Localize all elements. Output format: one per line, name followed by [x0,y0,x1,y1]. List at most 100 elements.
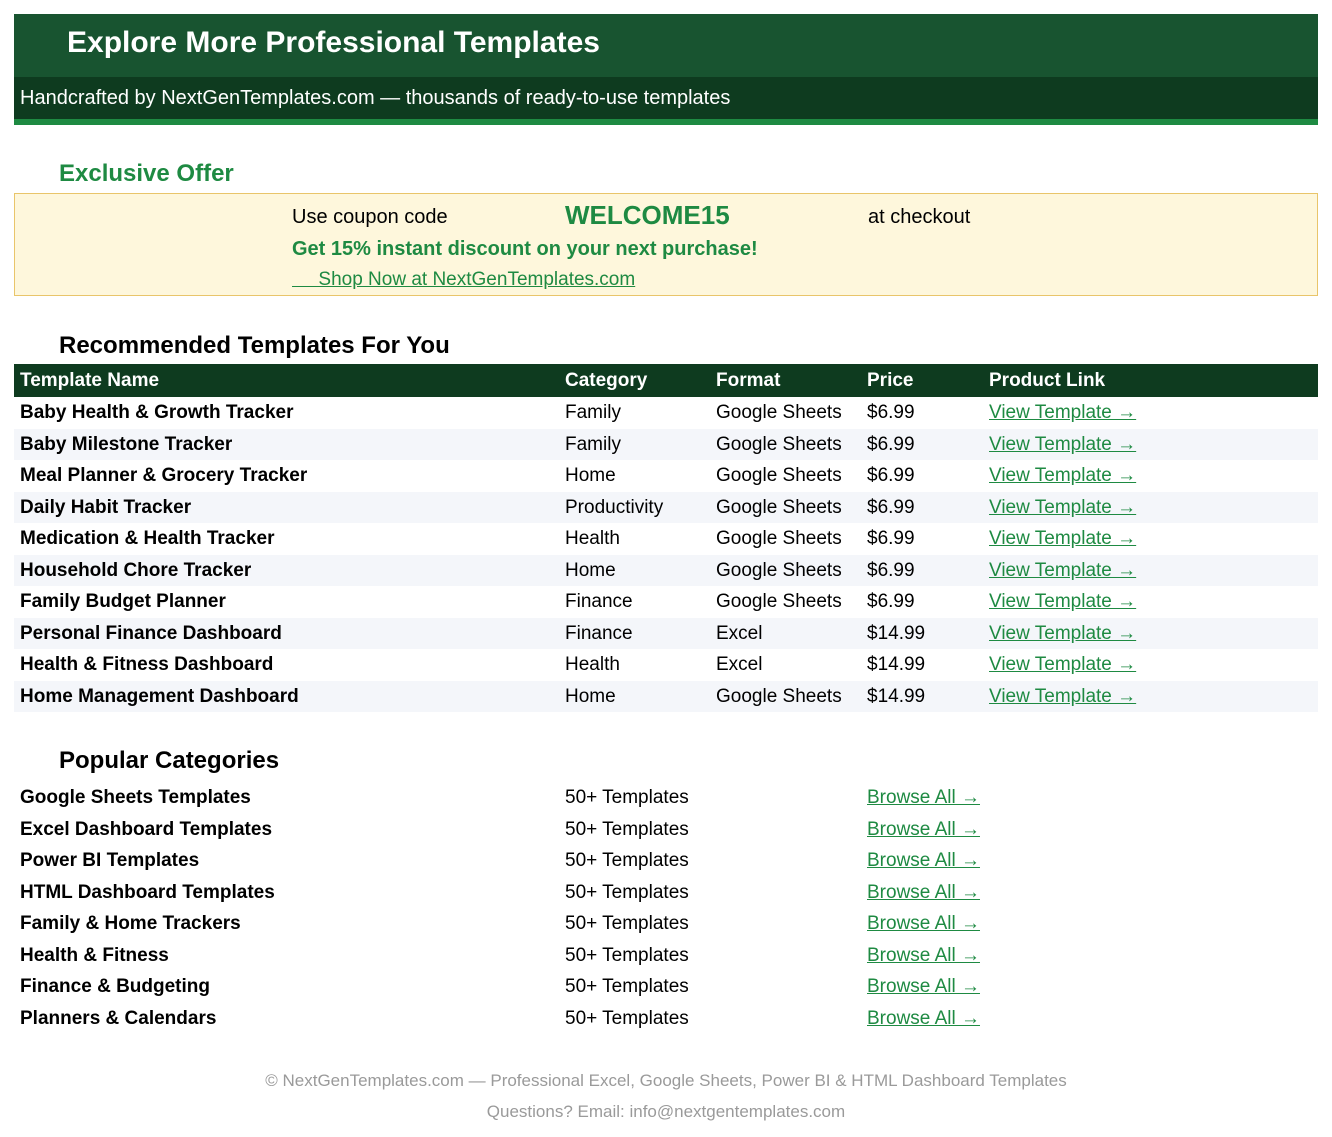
category-row: Power BI Templates 50+ Templates Browse … [14,845,1318,877]
view-template-link[interactable]: View Template → [989,654,1136,676]
table-row: Baby Milestone Tracker Family Google She… [14,428,1318,460]
browse-all-link[interactable]: Browse All → [867,787,980,809]
discount-text: Get 15% instant discount on your next pu… [292,238,758,260]
template-format: Excel [716,622,763,644]
category-name: Google Sheets Templates [20,787,251,808]
table-row: Home Management Dashboard Home Google Sh… [14,680,1318,712]
column-header-category: Category [565,370,648,391]
coupon-offer-box: Use coupon code WELCOME15 at checkout Ge… [14,193,1318,296]
template-format: Google Sheets [716,465,842,486]
template-format: Google Sheets [716,528,842,549]
view-template-link[interactable]: View Template → [989,591,1136,613]
browse-all-link[interactable]: Browse All → [867,850,980,872]
category-row: Planners & Calendars 50+ Templates Brows… [14,1003,1318,1035]
table-row: Meal Planner & Grocery Tracker Home Goog… [14,460,1318,492]
template-format: Google Sheets [716,559,842,581]
template-price: $6.99 [867,528,915,549]
view-template-link[interactable]: View Template → [989,686,1136,708]
category-row: Health & Fitness 50+ Templates Browse Al… [14,940,1318,972]
template-name: Daily Habit Tracker [20,496,192,518]
template-name: Health & Fitness Dashboard [20,654,274,675]
category-name: Family & Home Trackers [20,913,241,934]
category-name: HTML Dashboard Templates [20,881,275,903]
template-format: Google Sheets [716,685,842,707]
template-name: Baby Health & Growth Tracker [20,402,294,423]
category-row: Google Sheets Templates 50+ Templates Br… [14,782,1318,814]
category-name: Planners & Calendars [20,1007,217,1029]
category-count: 50+ Templates [565,787,689,808]
table-row: Medication & Health Tracker Health Googl… [14,523,1318,555]
recommended-section-title: Recommended Templates For You [59,332,450,359]
category-name: Power BI Templates [20,850,200,871]
template-format: Google Sheets [716,433,842,455]
browse-all-link[interactable]: Browse All → [867,882,980,904]
browse-all-link[interactable]: Browse All → [867,819,980,841]
template-format: Google Sheets [716,591,842,612]
template-price: $6.99 [867,559,915,581]
category-row: Excel Dashboard Templates 50+ Templates … [14,814,1318,846]
column-header-price: Price [867,370,914,391]
footer-copyright: © NextGenTemplates.com — Professional Ex… [265,1071,1067,1090]
template-price: $6.99 [867,496,915,518]
view-template-link[interactable]: View Template → [989,528,1136,550]
template-format: Google Sheets [716,496,842,518]
category-count: 50+ Templates [565,881,689,903]
template-format: Excel [716,654,763,675]
table-row: Household Chore Tracker Home Google Shee… [14,554,1318,586]
browse-all-link[interactable]: Browse All → [867,945,980,967]
template-category: Productivity [565,496,664,518]
template-name: Baby Milestone Tracker [20,433,233,455]
coupon-code: WELCOME15 [565,200,730,230]
table-row: Family Budget Planner Finance Google She… [14,586,1318,618]
template-category: Health [565,654,620,675]
header-subtitle-bar: Handcrafted by NextGenTemplates.com — th… [14,77,1318,119]
template-category: Health [565,528,620,549]
column-header-template-name: Template Name [20,370,160,391]
browse-all-link[interactable]: Browse All → [867,1008,980,1030]
shop-now-link[interactable]: Shop Now at NextGenTemplates.com [292,269,635,291]
view-template-link[interactable]: View Template → [989,465,1136,487]
view-template-link[interactable]: View Template → [989,560,1136,582]
view-template-link[interactable]: View Template → [989,623,1136,645]
browse-all-link[interactable]: Browse All → [867,913,980,935]
recommended-table-header: Template Name Category Format Price Prod… [14,364,1318,397]
category-name: Excel Dashboard Templates [20,818,273,840]
template-name: Personal Finance Dashboard [20,622,282,644]
template-category: Home [565,465,616,486]
category-row: HTML Dashboard Templates 50+ Templates B… [14,877,1318,909]
template-category: Finance [565,591,633,612]
category-row: Family & Home Trackers 50+ Templates Bro… [14,908,1318,940]
category-count: 50+ Templates [565,944,689,966]
browse-all-link[interactable]: Browse All → [867,976,980,998]
category-name: Health & Fitness [20,944,169,966]
template-category: Family [565,402,621,423]
page-header: Explore More Professional Templates Hand… [14,14,1318,125]
template-category: Family [565,433,621,455]
template-price: $14.99 [867,654,926,675]
table-row: Daily Habit Tracker Productivity Google … [14,491,1318,523]
category-count: 50+ Templates [565,850,689,871]
template-format: Google Sheets [716,402,842,423]
template-name: Meal Planner & Grocery Tracker [20,465,308,486]
coupon-pre-text: Use coupon code [292,206,448,228]
template-category: Home [565,559,616,581]
category-count: 50+ Templates [565,818,689,840]
table-row: Health & Fitness Dashboard Health Excel … [14,649,1318,681]
header-accent-stripe [14,119,1318,125]
template-price: $6.99 [867,465,915,486]
template-category: Home [565,685,616,707]
category-count: 50+ Templates [565,1007,689,1029]
coupon-post-text: at checkout [868,206,971,228]
template-name: Medication & Health Tracker [20,528,275,549]
popular-section-title: Popular Categories [59,747,280,774]
template-name: Family Budget Planner [20,591,226,612]
offer-section-title: Exclusive Offer [59,160,234,187]
template-price: $6.99 [867,402,915,423]
view-template-link[interactable]: View Template → [989,497,1136,519]
table-row: Baby Health & Growth Tracker Family Goog… [14,397,1318,429]
view-template-link[interactable]: View Template → [989,402,1136,424]
column-header-format: Format [716,370,781,391]
view-template-link[interactable]: View Template → [989,434,1136,456]
header-subtitle: Handcrafted by NextGenTemplates.com — th… [20,87,731,109]
template-price: $14.99 [867,685,926,707]
